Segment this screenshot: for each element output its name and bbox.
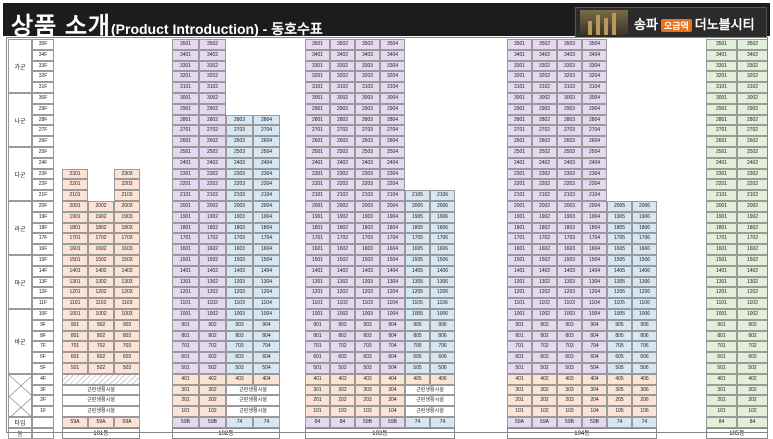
brand-logo: 송파 오금역 더노블시티 (575, 7, 767, 38)
station-badge: 오금역 (660, 19, 692, 33)
header-bar: 상품 소개(Product Introduction) - 동호수표 송파 오금역… (3, 3, 770, 40)
page-title: 상품 소개(Product Introduction) - 동호수표 (11, 13, 323, 40)
table-frame (6, 37, 768, 433)
brand-name: 송파 오금역 더노블시티 (634, 17, 755, 33)
building-logo-icon (580, 10, 628, 35)
